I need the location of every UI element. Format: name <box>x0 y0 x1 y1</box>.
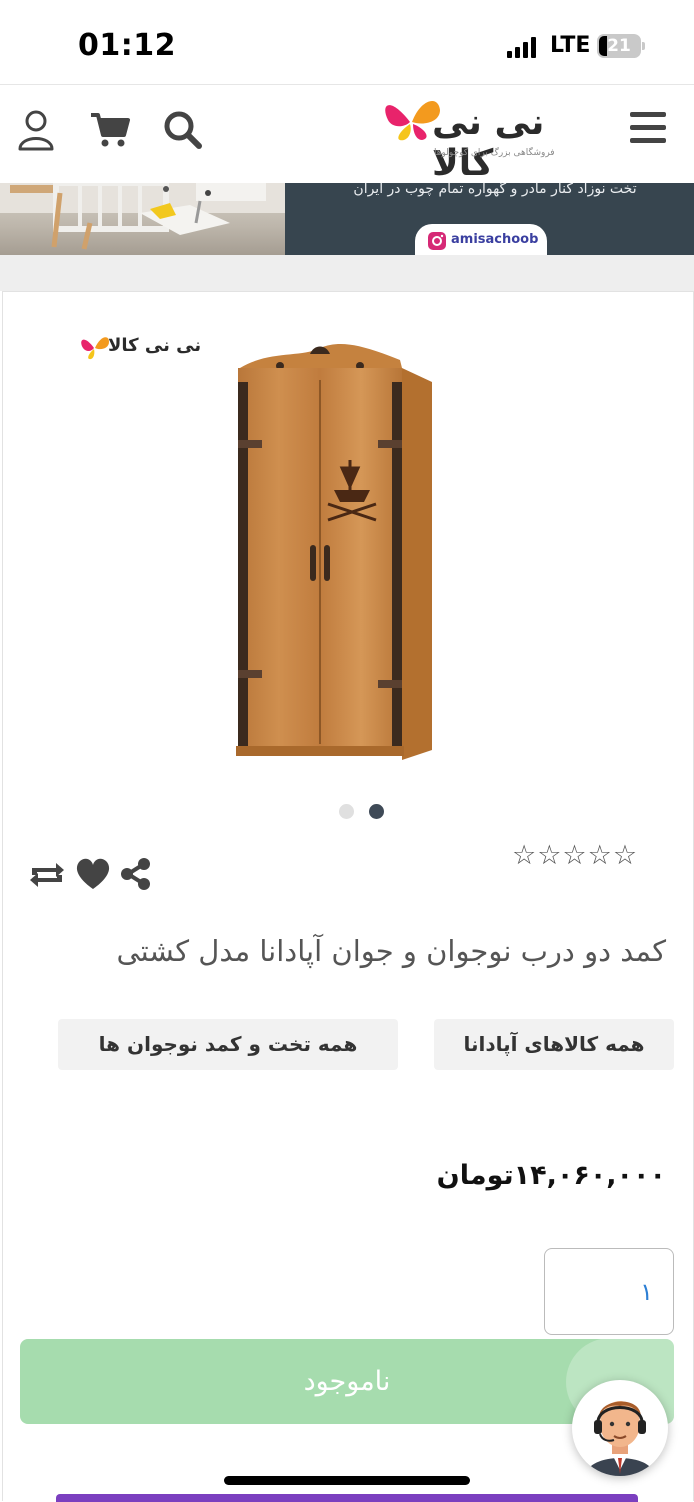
banner-text-panel: تخت نوزاد کنار مادر و گهواره تمام چوب در… <box>285 183 694 255</box>
instagram-icon <box>428 232 446 250</box>
product-title: کمد دو درب نوجوان و جوان آپادانا مدل کشت… <box>116 934 666 968</box>
logo-tagline: فروشگاهی بزرگ برای کوچولوها <box>434 148 555 158</box>
user-icon[interactable] <box>14 107 58 151</box>
support-agent-icon <box>586 1401 654 1476</box>
network-label: LTE <box>550 33 591 58</box>
section-divider <box>0 255 694 291</box>
rating-stars[interactable]: ☆☆☆☆☆ <box>512 840 654 871</box>
product-image[interactable]: نی نی کالا <box>81 320 610 790</box>
watermark-logo-text: نی نی کالا <box>108 335 202 356</box>
wardrobe-image <box>236 344 432 760</box>
cart-icon[interactable] <box>88 107 132 151</box>
battery-nub <box>642 42 645 50</box>
carousel-dot-2-active[interactable] <box>369 804 384 819</box>
product-actions <box>28 855 154 895</box>
heart-icon[interactable] <box>74 857 112 891</box>
home-indicator <box>224 1476 470 1485</box>
share-icon[interactable] <box>120 857 152 891</box>
product-price: ۱۴,۰۶۰,۰۰۰تومان <box>436 1160 666 1191</box>
instagram-handle: amisachoob <box>451 232 539 247</box>
search-icon[interactable] <box>160 107 204 151</box>
quantity-input[interactable] <box>544 1248 674 1335</box>
logo-text: نی نی کالا <box>432 102 545 184</box>
support-chat-avatar[interactable] <box>572 1380 668 1476</box>
site-logo[interactable]: نی نی کالا فروشگاهی بزرگ برای کوچولوها <box>380 92 612 184</box>
instagram-badge[interactable]: amisachoob <box>415 224 547 255</box>
tag-all-apadana-products[interactable]: همه کالاهای آپادانا <box>434 1019 674 1070</box>
carousel-dot-1[interactable] <box>339 804 354 819</box>
status-time: 01:12 <box>78 28 176 63</box>
bottom-action-bar[interactable] <box>56 1494 638 1502</box>
butterfly-logo-icon <box>81 337 109 360</box>
battery-percent: 21 <box>607 36 631 56</box>
banner-photo <box>0 183 285 255</box>
tag-all-teen-beds-wardrobes[interactable]: همه تخت و کمد نوجوان ها <box>58 1019 398 1070</box>
menu-icon[interactable] <box>630 112 666 144</box>
battery-icon: 21 <box>597 34 641 58</box>
compare-icon[interactable] <box>28 861 66 889</box>
promo-banner[interactable]: تخت نوزاد کنار مادر و گهواره تمام چوب در… <box>0 183 694 255</box>
signal-icon <box>507 36 539 58</box>
image-watermark-logo: نی نی کالا <box>80 328 210 368</box>
banner-caption: تخت نوزاد کنار مادر و گهواره تمام چوب در… <box>353 183 637 197</box>
